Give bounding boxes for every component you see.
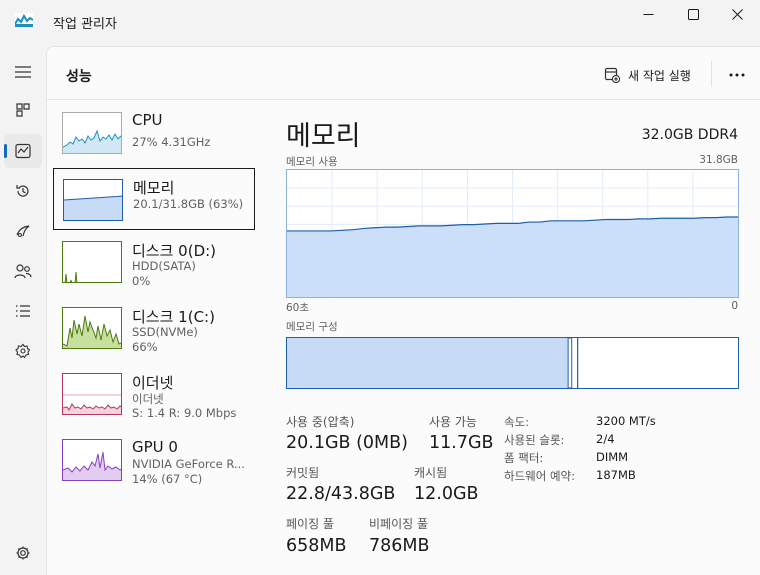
maximize-button[interactable]: [670, 0, 716, 28]
device-type: HDD(SATA): [132, 259, 196, 273]
task-manager-app-icon: [15, 13, 33, 27]
hamburger-menu-icon: [15, 66, 31, 78]
detail-slots-value: 2/4: [596, 432, 615, 446]
detail-hw-reserved-value: 187MB: [596, 468, 636, 482]
stat-available-label: 사용 가능: [429, 415, 477, 429]
processes-icon: [16, 103, 30, 117]
stat-committed-label: 커밋됨: [286, 466, 320, 480]
memory-composition-caption: 메모리 구성: [286, 321, 338, 333]
device-usage: S: 1.4 R: 9.0 Mbps: [132, 406, 237, 420]
maximize-icon: [687, 8, 699, 20]
detail-hw-reserved-label: 하드웨어 예약:: [504, 469, 576, 483]
run-new-task-label: 새 작업 실행: [628, 68, 691, 83]
device-model: NVIDIA GeForce R...: [132, 457, 245, 471]
stat-in-use-value: 20.1GB (0MB): [286, 433, 408, 453]
performance-icon: [15, 143, 31, 159]
memory-composition-graph: [287, 338, 579, 388]
nav-details[interactable]: [4, 294, 42, 328]
stat-in-use-label: 사용 중(압축): [286, 415, 355, 429]
memory-composition-bar: [286, 337, 739, 389]
device-gpu-0[interactable]: GPU 0 NVIDIA GeForce R... 14% (67 °C): [53, 432, 255, 494]
disk1-thumbnail-graph: [62, 307, 122, 349]
device-name: 디스크 0(D:): [132, 242, 217, 260]
device-disk-0[interactable]: 디스크 0(D:) HDD(SATA) 0%: [53, 234, 255, 296]
device-cpu[interactable]: CPU 27% 4.31GHz: [53, 105, 255, 167]
nav-startup-apps[interactable]: [4, 214, 42, 248]
stat-cached-value: 12.0GB: [414, 484, 479, 504]
hamburger-menu-button[interactable]: [4, 55, 42, 89]
title-bar: 작업 관리자: [0, 0, 760, 46]
more-options-icon: [729, 73, 745, 77]
device-usage: 0%: [132, 274, 151, 288]
cpu-thumbnail-graph: [62, 112, 122, 154]
close-button[interactable]: [714, 0, 760, 28]
stat-committed-value: 22.8/43.8GB: [286, 484, 396, 504]
composition-modified: [567, 338, 573, 388]
memory-usage-caption: 메모리 사용: [286, 156, 338, 168]
disk0-thumbnail-graph: [62, 241, 122, 283]
device-usage: 14% (67 °C): [132, 472, 203, 486]
more-options-button[interactable]: [723, 63, 751, 87]
window-title: 작업 관리자: [53, 17, 117, 32]
device-memory[interactable]: 메모리 20.1/31.8GB (63%): [53, 168, 255, 230]
device-name: 메모리: [133, 179, 175, 197]
detail-speed-value: 3200 MT/s: [596, 414, 656, 428]
app-history-icon: [16, 185, 29, 197]
close-icon: [731, 8, 743, 20]
device-detail: 27% 4.31GHz: [132, 135, 211, 149]
services-icon: [15, 343, 31, 359]
nav-app-history[interactable]: [4, 174, 42, 208]
stat-nonpaged-pool-value: 786MB: [369, 536, 430, 556]
users-icon: [14, 264, 32, 279]
stat-nonpaged-pool-label: 비페이징 풀: [369, 517, 429, 531]
detail-form-factor-label: 폼 팩터:: [504, 451, 544, 465]
nav-processes[interactable]: [4, 93, 42, 127]
device-disk-1[interactable]: 디스크 1(C:) SSD(NVMe) 66%: [53, 300, 255, 362]
settings-icon: [16, 546, 30, 560]
memory-thumbnail-graph: [63, 179, 123, 221]
time-axis-end: 0: [731, 300, 738, 312]
startup-apps-icon: [16, 225, 30, 237]
detail-slots-label: 사용된 슬롯:: [504, 433, 565, 447]
minimize-icon: [643, 13, 653, 15]
memory-usage-chart: [286, 169, 739, 298]
gpu-thumbnail-graph: [62, 439, 122, 481]
details-icon: [16, 305, 30, 317]
nav-performance[interactable]: [4, 134, 42, 168]
panel-header: 성능 새 작업 실행: [47, 47, 760, 100]
time-axis-start: 60초: [286, 302, 310, 314]
nav-services[interactable]: [4, 334, 42, 368]
ethernet-thumbnail-graph: [62, 373, 122, 415]
device-usage: 66%: [132, 340, 158, 354]
detail-speed-label: 속도:: [504, 415, 530, 429]
header-divider: [711, 61, 712, 87]
memory-usage-max: 31.8GB: [699, 154, 738, 166]
composition-in-use: [287, 338, 572, 388]
detail-form-factor-value: DIMM: [596, 450, 629, 464]
run-new-task-button[interactable]: 새 작업 실행: [604, 64, 691, 86]
detail-title: 메모리: [286, 121, 361, 152]
device-name: 디스크 1(C:): [132, 308, 215, 326]
device-type: SSD(NVMe): [132, 325, 198, 339]
memory-spec: 32.0GB DDR4: [641, 127, 738, 143]
device-name: GPU 0: [132, 438, 178, 456]
stat-available-value: 11.7GB: [429, 433, 494, 453]
device-name: 이더넷: [132, 374, 174, 392]
main-panel: 성능 새 작업 실행 CPU 27% 4.31GHz 메모리 20.1/31.8…: [46, 46, 760, 575]
device-ethernet[interactable]: 이더넷 이더넷 S: 1.4 R: 9.0 Mbps: [53, 366, 255, 428]
device-detail: 20.1/31.8GB (63%): [133, 197, 244, 211]
stat-paged-pool-label: 페이징 풀: [286, 517, 334, 531]
stat-cached-label: 캐시됨: [414, 466, 448, 480]
memory-usage-graph: [287, 170, 738, 297]
device-name: CPU: [132, 111, 163, 129]
minimize-button[interactable]: [625, 0, 671, 28]
run-new-task-icon: [604, 67, 620, 83]
nav-settings[interactable]: [4, 536, 42, 570]
page-title: 성능: [66, 69, 92, 85]
nav-users[interactable]: [4, 254, 42, 288]
device-type: 이더넷: [132, 392, 164, 406]
navigation-rail: [0, 46, 46, 575]
stat-paged-pool-value: 658MB: [286, 536, 347, 556]
